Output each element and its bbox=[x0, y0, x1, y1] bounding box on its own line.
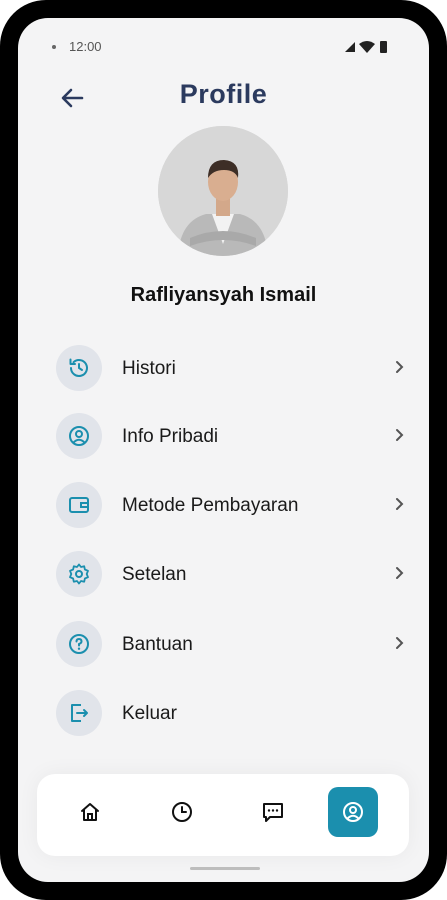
avatar[interactable] bbox=[158, 126, 288, 256]
screen: 12:00 Profile Rafliyansyah Ismail Histor… bbox=[18, 18, 429, 882]
chevron-right-icon bbox=[396, 567, 404, 579]
settings-icon bbox=[56, 551, 102, 597]
bottom-nav bbox=[37, 774, 409, 856]
battery-icon bbox=[380, 41, 387, 53]
nav-home[interactable] bbox=[65, 787, 115, 837]
menu-item-label: Keluar bbox=[122, 703, 177, 724]
help-icon bbox=[56, 621, 102, 667]
nav-history[interactable] bbox=[157, 787, 207, 837]
chat-icon bbox=[263, 803, 283, 822]
menu-item-label: Bantuan bbox=[122, 634, 193, 655]
status-dot bbox=[52, 45, 56, 49]
user-circle-icon bbox=[56, 413, 102, 459]
nav-chat[interactable] bbox=[248, 787, 298, 837]
home-icon bbox=[81, 803, 99, 821]
logout-icon bbox=[56, 690, 102, 736]
status-icons bbox=[343, 40, 393, 59]
chevron-right-icon bbox=[396, 637, 404, 649]
profile-name: Rafliyansyah Ismail bbox=[130, 284, 317, 306]
menu-item-setelan[interactable]: Setelan bbox=[56, 551, 408, 599]
chevron-right-icon bbox=[396, 361, 404, 373]
wifi-icon bbox=[359, 41, 375, 53]
status-time: 12:00 bbox=[69, 39, 102, 54]
menu-item-histori[interactable]: Histori bbox=[56, 345, 408, 393]
menu-item-label: Histori bbox=[122, 358, 176, 379]
profile-icon bbox=[343, 802, 363, 822]
nav-profile[interactable] bbox=[328, 787, 378, 837]
home-indicator[interactable] bbox=[190, 867, 260, 870]
status-bar: 12:00 bbox=[18, 18, 429, 62]
wallet-icon bbox=[56, 482, 102, 528]
person-photo bbox=[158, 126, 288, 256]
clock-icon bbox=[172, 802, 192, 822]
menu-item-label: Metode Pembayaran bbox=[122, 495, 299, 516]
page-title: Profile bbox=[179, 79, 268, 109]
menu-item-metode-pembayaran[interactable]: Metode Pembayaran bbox=[56, 482, 408, 530]
chevron-right-icon bbox=[396, 498, 404, 510]
menu-item-label: Setelan bbox=[122, 564, 187, 585]
history-icon bbox=[56, 345, 102, 391]
menu-item-keluar[interactable]: Keluar bbox=[56, 690, 408, 738]
menu-item-info-pribadi[interactable]: Info Pribadi bbox=[56, 413, 408, 461]
menu-item-bantuan[interactable]: Bantuan bbox=[56, 621, 408, 669]
phone-frame: 12:00 Profile Rafliyansyah Ismail Histor… bbox=[0, 0, 447, 900]
menu-item-label: Info Pribadi bbox=[122, 426, 219, 447]
signal-icon bbox=[345, 42, 355, 52]
chevron-right-icon bbox=[396, 429, 404, 441]
